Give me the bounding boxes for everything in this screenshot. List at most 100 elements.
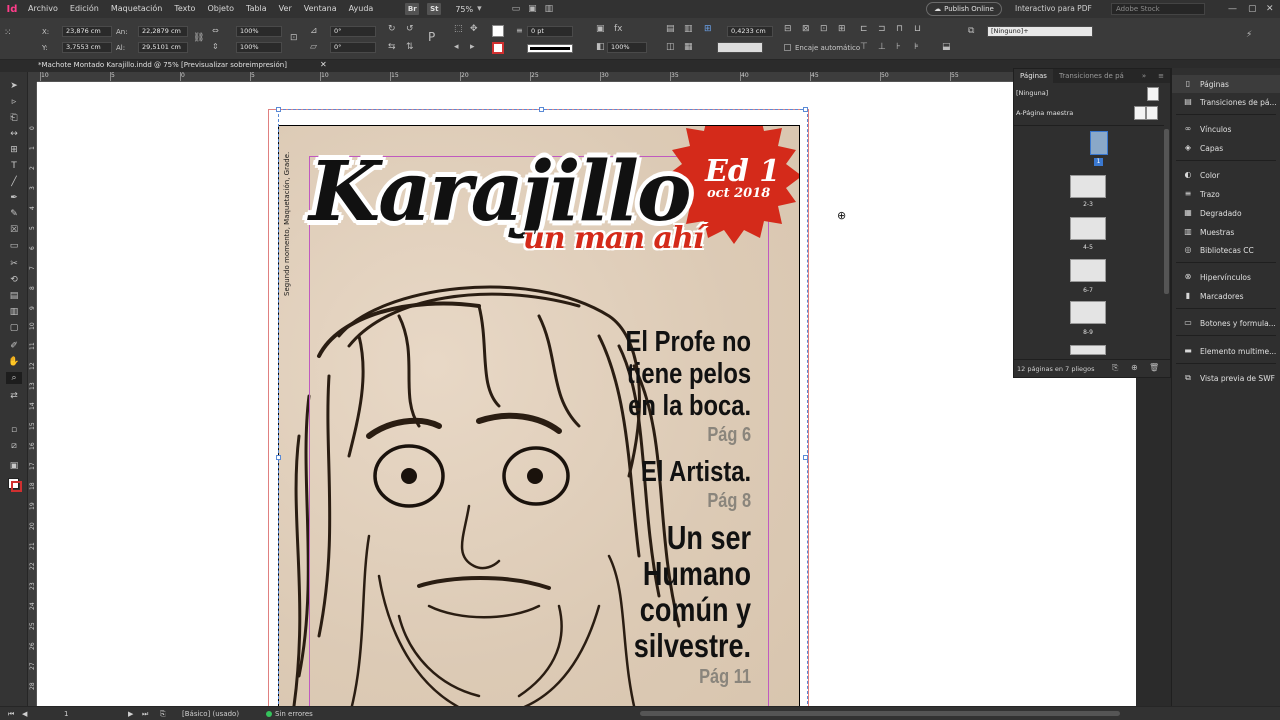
rectangle-tool-icon[interactable]: ▭ — [6, 240, 22, 252]
spread-thumbnail-2-3[interactable] — [1070, 175, 1106, 198]
spread-thumbnail-6-7[interactable] — [1070, 259, 1106, 282]
selection-handle[interactable] — [803, 107, 808, 112]
zoom-tool-icon[interactable]: ⌕ — [6, 372, 22, 384]
dock-item-color[interactable]: ◐ Color — [1172, 166, 1280, 184]
menu-ver[interactable]: Ver — [273, 0, 298, 18]
direct-selection-tool-icon[interactable]: ▹ — [6, 96, 22, 108]
x-field[interactable]: 23,876 cm — [62, 26, 112, 37]
align-right-icon[interactable]: ⊓ — [896, 24, 903, 34]
zoom-level[interactable]: 75% — [455, 5, 473, 14]
gap-tool-icon[interactable]: ↔ — [6, 128, 22, 140]
select-next-icon[interactable]: ▸ — [470, 42, 475, 52]
gradient-feather-tool-icon[interactable]: ▥ — [6, 306, 22, 318]
pen-tool-icon[interactable]: ✒ — [6, 192, 22, 204]
width-field[interactable]: 22,2879 cm — [138, 26, 188, 37]
page-size-icon[interactable]: ⎘ — [1112, 363, 1118, 373]
screen-mode-tool-icon[interactable]: ▣ — [6, 460, 22, 472]
panel-menu-icon[interactable]: ≡ — [1152, 69, 1170, 83]
shear-field[interactable]: 0° — [330, 42, 376, 53]
text-wrap-box-icon[interactable]: ▥ — [684, 24, 693, 34]
chevron-down-icon[interactable]: ▾ — [477, 4, 482, 14]
selection-handle[interactable] — [803, 455, 808, 460]
publish-online-button[interactable]: ☁ Publish Online — [926, 2, 1002, 16]
dock-item-layers[interactable]: ◈ Capas — [1172, 139, 1280, 157]
menu-edicion[interactable]: Edición — [64, 0, 105, 18]
stroke-color-box[interactable] — [11, 481, 22, 492]
minimize-icon[interactable]: — — [1228, 0, 1237, 18]
height-field[interactable]: 29,5101 cm — [138, 42, 188, 53]
collapse-panel-icon[interactable]: » — [1136, 69, 1152, 83]
scale-x-field[interactable]: 100% — [236, 26, 282, 37]
menu-tabla[interactable]: Tabla — [240, 0, 273, 18]
text-wrap-jump-icon[interactable]: ▦ — [684, 42, 693, 52]
master-a-label[interactable]: A-Página maestra — [1016, 109, 1073, 117]
text-wrap-none-icon[interactable]: ▤ — [666, 24, 675, 34]
delete-page-icon[interactable]: 🗑 — [1149, 363, 1159, 372]
document-tab[interactable]: *Machote Montado Karajillo.indd @ 75% [P… — [28, 60, 1013, 72]
constrain-scale-icon[interactable]: ⊡ — [290, 33, 298, 43]
reference-point-icon[interactable]: ⁙ — [4, 28, 12, 38]
dock-item-swatches[interactable]: ▥ Muestras — [1172, 223, 1280, 241]
workspace-selector[interactable]: Interactivo para PDF — [1015, 0, 1092, 18]
note-tool-icon[interactable]: ▢ — [6, 322, 22, 334]
corner-options-icon[interactable]: ⊞ — [704, 24, 712, 34]
gradient-tool-icon[interactable]: ▤ — [6, 290, 22, 302]
flip-horizontal-icon[interactable]: ⇆ — [388, 42, 396, 52]
lightning-icon[interactable]: ⚡ — [1246, 30, 1252, 40]
eyedropper-tool-icon[interactable]: ✐ — [6, 340, 22, 352]
menu-texto[interactable]: Texto — [168, 0, 201, 18]
object-style-field[interactable]: [Ninguno]+ — [987, 26, 1093, 37]
stroke-swatch[interactable] — [492, 42, 504, 54]
menu-archivo[interactable]: Archivo — [22, 0, 64, 18]
adobe-stock-search[interactable]: Adobe Stock — [1111, 3, 1205, 15]
maximize-icon[interactable]: ▢ — [1248, 0, 1257, 18]
dock-item-buttons-forms[interactable]: ▭ Botones y formula... — [1172, 314, 1280, 332]
free-transform-tool-icon[interactable]: ⟲ — [6, 274, 22, 286]
page-tool-icon[interactable]: ⎗ — [6, 112, 22, 124]
fit-frame-icon[interactable]: ⊠ — [802, 24, 810, 34]
dock-item-bookmarks[interactable]: ▮ Marcadores — [1172, 287, 1280, 305]
prev-page-icon[interactable]: ◀ — [22, 708, 27, 720]
vertical-ruler[interactable]: 0 1 2 3 4 5 6 7 8 9 10 11 12 13 14 15 16… — [28, 82, 37, 710]
offset-field[interactable]: 0,4233 cm — [727, 26, 773, 37]
spread-thumbnail-8-9[interactable] — [1070, 301, 1106, 324]
scale-y-field[interactable]: 100% — [236, 42, 282, 53]
text-wrap-shape-icon[interactable]: ◫ — [666, 42, 675, 52]
menu-ayuda[interactable]: Ayuda — [343, 0, 380, 18]
align-left-icon[interactable]: ⊏ — [860, 24, 868, 34]
selection-frame[interactable] — [278, 109, 808, 709]
distribute-vertical-icon[interactable]: ⊧ — [914, 42, 919, 52]
autofit-checkbox[interactable] — [784, 44, 791, 51]
master-a-right-thumbnail[interactable] — [1146, 106, 1158, 120]
open-page-icon[interactable]: ⎘ — [160, 708, 166, 720]
ruler-origin[interactable] — [28, 72, 37, 82]
fit-content-icon[interactable]: ⊟ — [784, 24, 792, 34]
next-page-icon[interactable]: ▶ — [128, 708, 133, 720]
apply-none-icon[interactable]: ⧄ — [6, 440, 22, 452]
arrange-docs-icon[interactable]: ▥ — [545, 4, 554, 14]
dock-item-transitions[interactable]: ▤ Transiciones de pá... — [1172, 93, 1280, 111]
tab-transitions[interactable]: Transiciones de pá — [1053, 69, 1130, 83]
selection-handle[interactable] — [276, 455, 281, 460]
close-window-icon[interactable]: ✕ — [1266, 0, 1274, 18]
constrain-proportions-icon[interactable]: ⛓ — [193, 33, 204, 43]
hand-tool-icon[interactable]: ✋ — [6, 356, 22, 368]
spread-thumbnail-4-5[interactable] — [1070, 217, 1106, 240]
align-center-icon[interactable]: ⊐ — [878, 24, 886, 34]
stroke-weight-field[interactable]: 0 pt — [527, 26, 573, 37]
selection-handle[interactable] — [276, 107, 281, 112]
selection-tool-icon[interactable]: ➤ — [6, 80, 22, 92]
align-bottom-icon[interactable]: ⊦ — [896, 42, 901, 52]
last-page-icon[interactable]: ⏭ — [142, 708, 148, 720]
default-colors-icon[interactable]: ⇄ — [6, 390, 22, 402]
close-tab-icon[interactable]: ✕ — [320, 60, 327, 69]
dock-item-cc-libraries[interactable]: ◎ Bibliotecas CC — [1172, 241, 1280, 259]
select-container-icon[interactable]: ⬚ — [454, 24, 463, 34]
dock-item-pages[interactable]: ▯ Páginas — [1172, 75, 1280, 93]
view-options-icon[interactable]: ▭ — [512, 4, 521, 14]
preflight-status[interactable]: Sin errores — [266, 708, 313, 720]
scissors-tool-icon[interactable]: ✂ — [6, 258, 22, 270]
select-previous-icon[interactable]: ◂ — [454, 42, 459, 52]
dock-item-swf-preview[interactable]: ⧉ Vista previa de SWF — [1172, 369, 1280, 387]
horizontal-ruler[interactable]: 10 5 0 5 10 15 20 25 30 35 40 45 50 55 — [37, 72, 1013, 82]
